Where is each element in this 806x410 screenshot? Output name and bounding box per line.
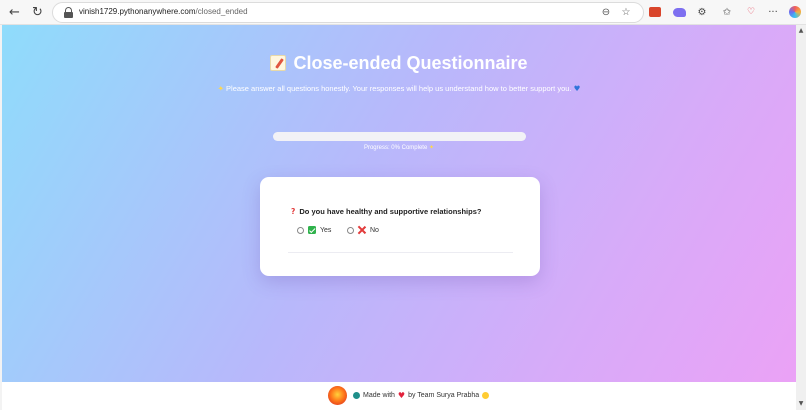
url-host: vinish1729.pythonanywhere.com	[79, 7, 196, 16]
page-title-text: Close-ended Questionnaire	[293, 53, 528, 73]
sparkle-icon: ✦	[217, 84, 224, 93]
address-bar[interactable]: vinish1729.pythonanywhere.com/closed_end…	[52, 2, 644, 23]
star-glyph: ☆	[621, 7, 631, 18]
progress-label: Progress: 0% Complete ✦	[2, 144, 796, 151]
favorites-icon[interactable]: ✩	[720, 5, 734, 19]
reload-icon[interactable]: ↻	[29, 4, 46, 21]
made-with-text: Made with	[363, 392, 395, 399]
option-no-label: No	[370, 226, 379, 234]
page-background: Close-ended Questionnaire ✦ Please answe…	[2, 25, 796, 382]
page-title: Close-ended Questionnaire	[2, 53, 796, 74]
extensions-glyph: ⚙	[697, 6, 707, 18]
progress-label-text: Progress: 0% Complete	[363, 145, 428, 151]
subtitle-text: Please answer all questions honestly. Yo…	[226, 84, 572, 93]
memo-icon	[270, 55, 287, 71]
radio-no[interactable]	[347, 226, 354, 234]
cross-icon	[358, 226, 366, 234]
team-text: by Team Surya Prabha	[408, 392, 480, 399]
url-path: /closed_ended	[195, 7, 248, 16]
scrollbar[interactable]: ▲ ▼	[796, 25, 806, 410]
check-icon	[308, 226, 316, 234]
extension-red-icon[interactable]	[648, 5, 662, 19]
page-subtitle: ✦ Please answer all questions honestly. …	[2, 84, 796, 93]
back-arrow-icon[interactable]: ←	[6, 4, 23, 21]
browser-toolbar: ← ↻ vinish1729.pythonanywhere.com/closed…	[0, 0, 806, 25]
question-label: Do you have healthy and supportive relat…	[299, 207, 482, 216]
reload-glyph: ↻	[32, 5, 43, 20]
essentials-glyph: ♡	[746, 7, 756, 17]
sparkle-icon: ✦	[429, 145, 435, 151]
team-logo	[328, 386, 347, 405]
question-icon: ?	[291, 207, 296, 216]
progress-bar	[273, 132, 526, 141]
blue-heart-icon: ♥	[573, 84, 581, 93]
question-text: ? Do you have healthy and supportive rela…	[291, 207, 481, 216]
browser-essentials-icon[interactable]: ♡	[744, 5, 758, 19]
question-card: ? Do you have healthy and supportive rela…	[260, 177, 540, 276]
more-menu-icon[interactable]: ···	[766, 5, 780, 19]
smiley-icon	[482, 392, 490, 399]
scroll-up-icon[interactable]: ▲	[796, 25, 806, 35]
footer: Made with ♥ by Team Surya Prabha	[2, 382, 796, 410]
option-yes[interactable]: Yes	[297, 226, 331, 234]
url-text[interactable]: vinish1729.pythonanywhere.com/closed_end…	[79, 7, 248, 16]
footer-text: Made with ♥ by Team Surya Prabha	[353, 391, 490, 400]
scroll-down-icon[interactable]: ▼	[796, 398, 806, 408]
red-heart-icon: ♥	[397, 391, 406, 400]
more-glyph: ···	[768, 6, 778, 18]
zoom-glyph: ⊖	[601, 7, 611, 18]
extensions-puzzle-icon[interactable]: ⚙	[695, 5, 709, 19]
zoom-icon[interactable]: ⊖	[599, 5, 613, 20]
option-no[interactable]: No	[347, 226, 379, 234]
globe-icon	[353, 392, 360, 399]
radio-yes[interactable]	[297, 226, 304, 234]
favorites-glyph: ✩	[722, 6, 732, 18]
back-glyph: ←	[9, 5, 20, 20]
lock-icon[interactable]	[64, 7, 73, 18]
extension-purple-icon[interactable]	[672, 5, 686, 19]
copilot-icon[interactable]	[788, 5, 802, 19]
option-yes-label: Yes	[320, 226, 332, 234]
divider	[288, 252, 513, 253]
star-icon[interactable]: ☆	[619, 5, 633, 20]
